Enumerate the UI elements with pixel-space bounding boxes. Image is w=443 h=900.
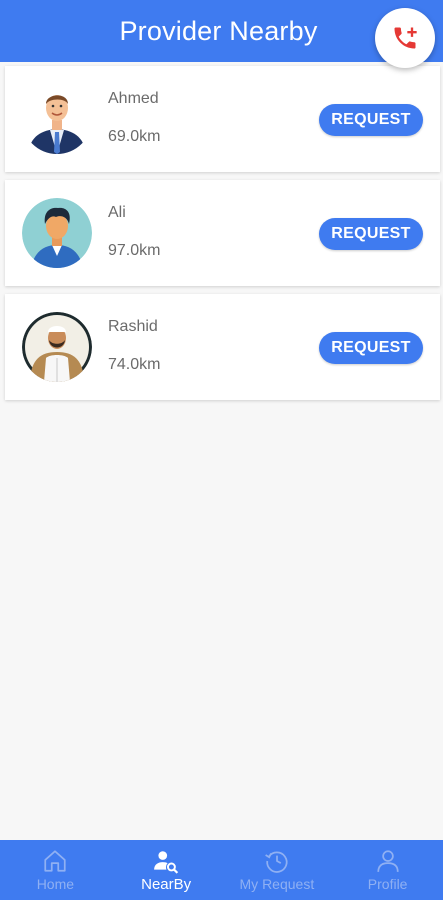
provider-card: Ahmed 69.0km REQUEST bbox=[5, 66, 440, 172]
nav-item-nearby[interactable]: NearBy bbox=[111, 840, 222, 900]
provider-distance: 69.0km bbox=[108, 128, 161, 145]
bottom-navigation: Home NearBy My Request Profile bbox=[0, 840, 443, 900]
provider-distance: 74.0km bbox=[108, 356, 161, 373]
provider-distance: 97.0km bbox=[108, 242, 161, 259]
call-button[interactable] bbox=[375, 8, 435, 68]
provider-name: Ali bbox=[108, 204, 126, 221]
provider-card: Ali 97.0km REQUEST bbox=[5, 180, 440, 286]
nav-label-home: Home bbox=[36, 876, 75, 892]
man-in-thobe-avatar-icon bbox=[22, 312, 92, 382]
provider-info: Rashid 74.0km bbox=[108, 318, 160, 374]
man-in-suit-avatar-icon bbox=[22, 84, 92, 154]
provider-info: Ali 97.0km bbox=[108, 204, 160, 260]
app-screen: Provider Nearby Ahmed 69.0km REQUEST Ali… bbox=[0, 0, 443, 900]
nav-label-nearby: NearBy bbox=[141, 876, 192, 893]
request-button[interactable]: REQUEST bbox=[319, 332, 423, 364]
request-button[interactable]: REQUEST bbox=[319, 218, 423, 250]
nav-item-profile[interactable]: Profile bbox=[332, 840, 443, 900]
nav-item-my-request[interactable]: My Request bbox=[222, 840, 333, 900]
nav-label-profile: Profile bbox=[367, 876, 408, 892]
nav-label-my-request: My Request bbox=[239, 876, 315, 892]
avatar bbox=[22, 198, 92, 268]
man-avatar-icon bbox=[22, 198, 92, 268]
provider-name: Rashid bbox=[108, 318, 158, 335]
nearby-search-icon bbox=[152, 847, 180, 875]
provider-name: Ahmed bbox=[108, 90, 159, 107]
provider-info: Ahmed 69.0km bbox=[108, 90, 160, 146]
add-call-icon bbox=[394, 27, 417, 49]
home-icon bbox=[41, 847, 69, 875]
provider-list: Ahmed 69.0km REQUEST Ali 97.0km REQUEST … bbox=[0, 62, 443, 400]
nav-item-home[interactable]: Home bbox=[0, 840, 111, 900]
history-icon bbox=[263, 847, 291, 875]
avatar bbox=[22, 84, 92, 154]
avatar bbox=[22, 312, 92, 382]
provider-card: Rashid 74.0km REQUEST bbox=[5, 294, 440, 400]
profile-icon bbox=[374, 847, 402, 875]
request-button[interactable]: REQUEST bbox=[319, 104, 423, 136]
page-title: Provider Nearby bbox=[119, 15, 318, 46]
